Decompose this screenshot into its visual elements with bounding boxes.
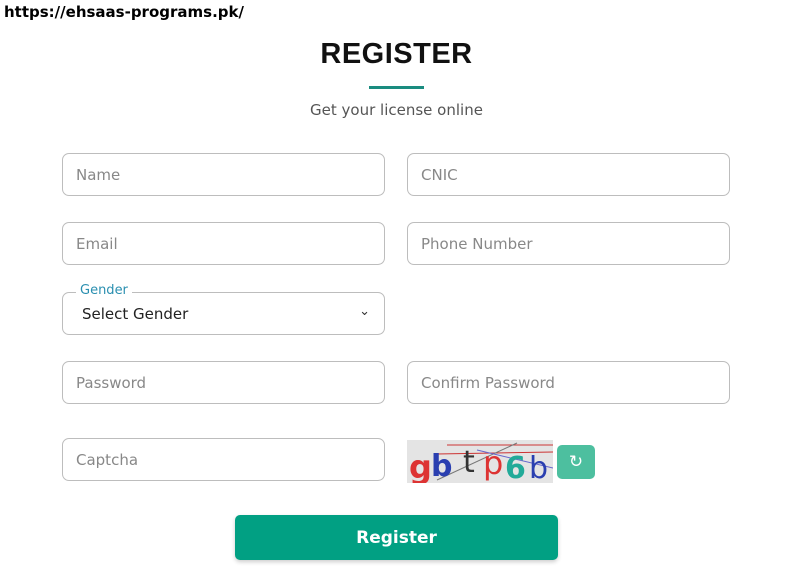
name-input[interactable] [62,153,385,196]
page-subtitle: Get your license online [310,101,483,119]
email-input[interactable] [62,222,385,265]
gender-select[interactable]: Select Gender ⌄ [62,292,385,335]
site-url: https://ehsaas-programs.pk/ [4,3,244,21]
svg-text:b: b [529,451,548,483]
svg-text:p: p [483,444,503,482]
refresh-icon: ↻ [568,452,584,472]
svg-text:t: t [463,445,475,480]
phone-input[interactable] [407,222,730,265]
title-underline [369,86,424,89]
register-button[interactable]: Register [235,515,558,560]
cnic-input[interactable] [407,153,730,196]
gender-label: Gender [76,283,132,298]
confirm-password-input[interactable] [407,361,730,404]
password-input[interactable] [62,361,385,404]
gender-value: Select Gender [82,305,189,323]
svg-text:6: 6 [505,451,526,483]
refresh-captcha-button[interactable]: ↻ [557,445,595,479]
captcha-image: g b t p 6 b [407,440,554,486]
chevron-down-icon: ⌄ [359,304,370,319]
page-title: REGISTER [320,38,473,70]
captcha-input[interactable] [62,438,385,481]
svg-text:g: g [409,448,432,483]
svg-text:b: b [431,449,452,483]
